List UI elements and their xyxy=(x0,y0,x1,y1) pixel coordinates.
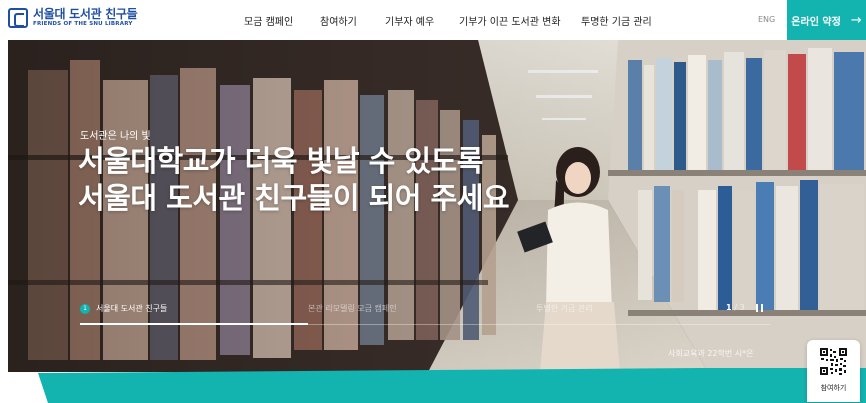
nav-item-donor-benefits[interactable]: 기부자 예우 xyxy=(385,13,434,28)
slide-counter-total: / 3 xyxy=(734,303,745,312)
online-pledge-button[interactable]: 온라인 약정 → xyxy=(787,0,866,40)
site-header: 서울대 도서관 친구들 FRIENDS OF THE SNU LIBRARY 모… xyxy=(0,0,866,40)
pause-icon[interactable] xyxy=(756,304,763,312)
hero-headline-line-2: 서울대 도서관 친구들이 되어 주세요 xyxy=(78,181,510,215)
nav-item-fund-management[interactable]: 투명한 기금 관리 xyxy=(581,13,652,28)
logo-text: 서울대 도서관 친구들 FRIENDS OF THE SNU LIBRARY xyxy=(33,7,138,28)
slide-progress-track xyxy=(80,323,770,325)
language-switch[interactable]: ENG xyxy=(758,15,775,24)
logo-book-icon xyxy=(8,8,28,28)
online-pledge-label: 온라인 약정 xyxy=(791,16,841,28)
participate-qr-widget[interactable]: 참여하기 xyxy=(807,340,860,402)
arrow-right-icon: → xyxy=(850,12,862,28)
hero-headline: 서울대학교가 더욱 빛날 수 있도록 서울대 도서관 친구들이 되어 주세요 xyxy=(78,143,510,217)
slide-counter-current: 1 xyxy=(726,303,732,312)
slide-tab-1-label: 서울대 도서관 친구들 xyxy=(96,304,168,313)
teal-accent-band xyxy=(38,368,866,403)
photo-caption: 사회교육과 22학번 시*은 xyxy=(668,349,754,358)
nav-item-campaign[interactable]: 모금 캠페인 xyxy=(244,13,293,28)
slide-number-badge: 1 xyxy=(80,303,90,314)
qr-code-icon xyxy=(820,348,847,375)
hero-eyebrow: 도서관은 나의 빛 xyxy=(80,131,151,142)
nav-item-participate[interactable]: 참여하기 xyxy=(320,13,357,28)
hero-headline-line-1: 서울대학교가 더욱 빛날 수 있도록 xyxy=(78,144,483,178)
slide-tab-2[interactable]: 본관 리모델링 모금 캠페인 xyxy=(308,303,397,314)
logo-title: 서울대 도서관 친구들 xyxy=(33,7,138,22)
hero-slider: 도서관은 나의 빛 서울대학교가 더욱 빛날 수 있도록 서울대 도서관 친구들… xyxy=(8,40,866,372)
logo-subtitle: FRIENDS OF THE SNU LIBRARY xyxy=(33,21,133,28)
nav-item-library-changes[interactable]: 기부가 이끈 도서관 변화 xyxy=(459,13,561,28)
slide-counter: 1 / 3 xyxy=(726,303,745,312)
site-logo[interactable]: 서울대 도서관 친구들 FRIENDS OF THE SNU LIBRARY xyxy=(8,7,138,28)
slide-tab-3[interactable]: 투명한 기금 관리 xyxy=(536,303,593,314)
slide-tab-1[interactable]: 1 서울대 도서관 친구들 xyxy=(80,303,167,314)
slide-progress-fill xyxy=(80,323,308,325)
qr-participate-label: 참여하기 xyxy=(820,384,847,392)
